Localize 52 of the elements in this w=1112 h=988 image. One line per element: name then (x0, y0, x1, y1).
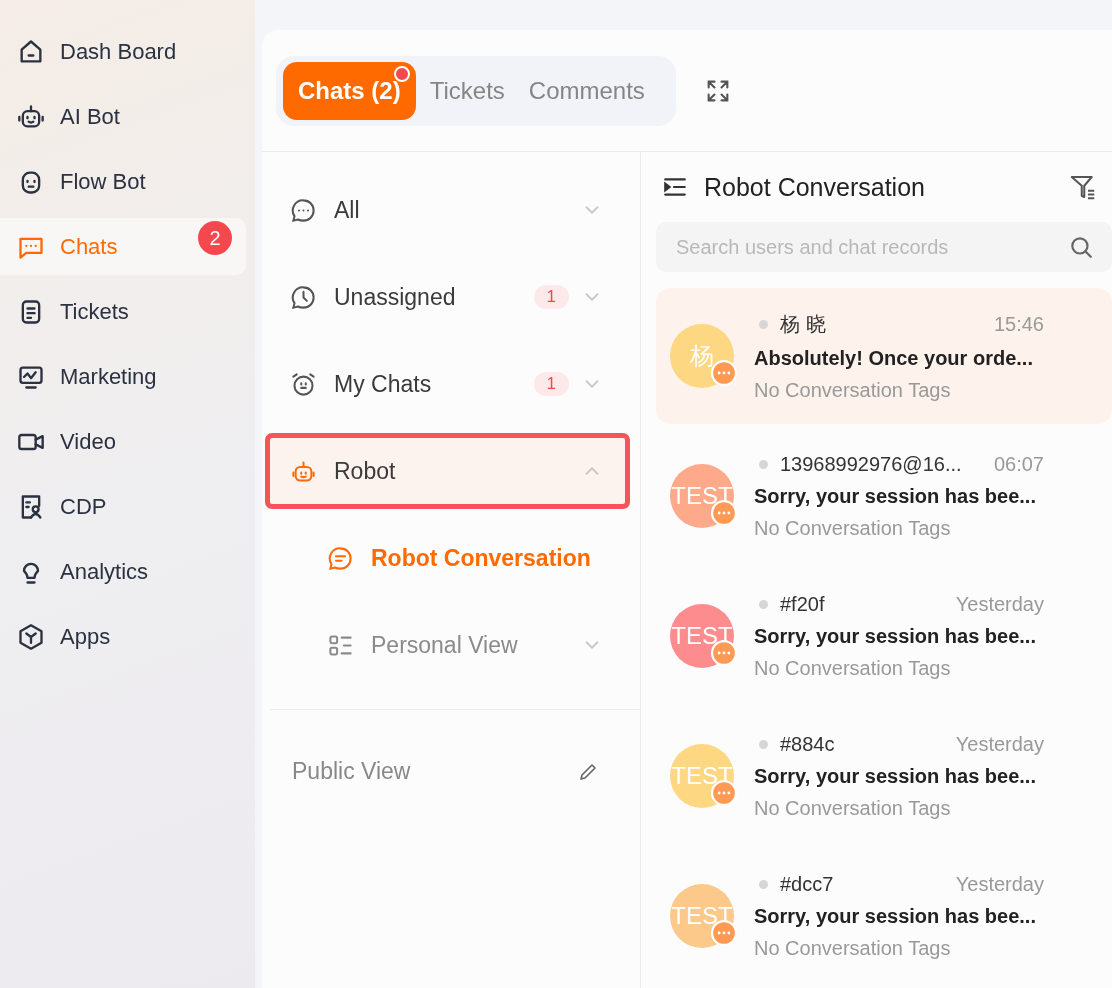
nav-item[interactable]: Apps (0, 608, 246, 665)
view-item[interactable]: My Chats 1 (270, 351, 625, 417)
count-badge: 1 (533, 372, 569, 396)
nav-item[interactable]: Marketing (0, 348, 246, 405)
alarm-clock-icon (290, 370, 317, 398)
clock-icon (290, 283, 317, 311)
contact-name: #dcc7 (780, 872, 835, 896)
message-time: Yesterday (955, 872, 1044, 896)
message-time: Yesterday (955, 592, 1044, 616)
unread-count-badge: 2 (198, 221, 232, 255)
conversation-item[interactable]: TEST 13968992976@16... 06:07 Sorry, your session has bee... No Conversation Tags (656, 428, 1112, 564)
nav-item[interactable]: Tickets (0, 283, 246, 340)
message-preview: Sorry, your session has bee... (754, 764, 1037, 788)
nav-item[interactable]: Dash Board (0, 23, 246, 80)
contact-name: 13968992976@16... (780, 452, 963, 476)
nav-item[interactable]: Video (0, 413, 246, 470)
chat-badge-icon (711, 360, 737, 386)
conversation-tags: No Conversation Tags (754, 936, 1044, 960)
nav-item[interactable]: CDP (0, 478, 246, 535)
robot-icon (17, 102, 45, 131)
conversation-item[interactable]: TEST #dcc7 Yesterday Sorry, your session has bee... No Conversation Tags (656, 848, 1112, 984)
view-item[interactable]: All (270, 177, 625, 243)
search-field[interactable]: Search users and chat records (656, 222, 1112, 272)
conversation-item[interactable]: TEST #884c Yesterday Sorry, your session has bee... No Conversation Tags (656, 708, 1112, 844)
message-preview: Sorry, your session has bee... (754, 484, 1037, 508)
message-preview: Absolutely! Once your orde... (754, 346, 1034, 370)
cube-icon (17, 622, 45, 651)
contact-name: #f20f (780, 592, 826, 616)
conversation-tags: No Conversation Tags (754, 378, 1044, 402)
contact-name: #884c (780, 732, 836, 756)
message-time: 06:07 (993, 452, 1044, 476)
conversation-tags: No Conversation Tags (754, 656, 1044, 680)
nav-item[interactable]: Chats 2 (0, 218, 246, 275)
conversation-item[interactable]: 杨 杨 晓 15:46 Absolutely! Once your orde... No Conversation Tags (656, 288, 1112, 424)
conversation-item[interactable]: TEST #f20f Yesterday Sorry, your session has bee... No Conversation Tags (656, 568, 1112, 704)
chat-bubble-icon (290, 196, 317, 224)
list-title: Robot Conversation (704, 172, 926, 202)
chat-bubble-icon (327, 544, 354, 572)
view-item[interactable]: Unassigned 1 (270, 264, 625, 330)
message-time: 15:46 (993, 312, 1044, 336)
conversation-tags: No Conversation Tags (754, 796, 1044, 820)
public-view-label: Public View (292, 758, 411, 785)
nav-item[interactable]: AI Bot (0, 88, 246, 145)
message-time: Yesterday (955, 732, 1044, 756)
message-preview: Sorry, your session has bee... (754, 624, 1037, 648)
nav-item[interactable]: Analytics (0, 543, 246, 600)
contact-name: 杨 晓 (780, 311, 827, 337)
conversation-tags: No Conversation Tags (754, 516, 1044, 540)
message-preview: Sorry, your session has bee... (754, 904, 1037, 928)
nav-item[interactable]: Flow Bot (0, 153, 246, 210)
count-badge: 1 (533, 285, 569, 309)
search-icon[interactable] (1068, 234, 1094, 260)
